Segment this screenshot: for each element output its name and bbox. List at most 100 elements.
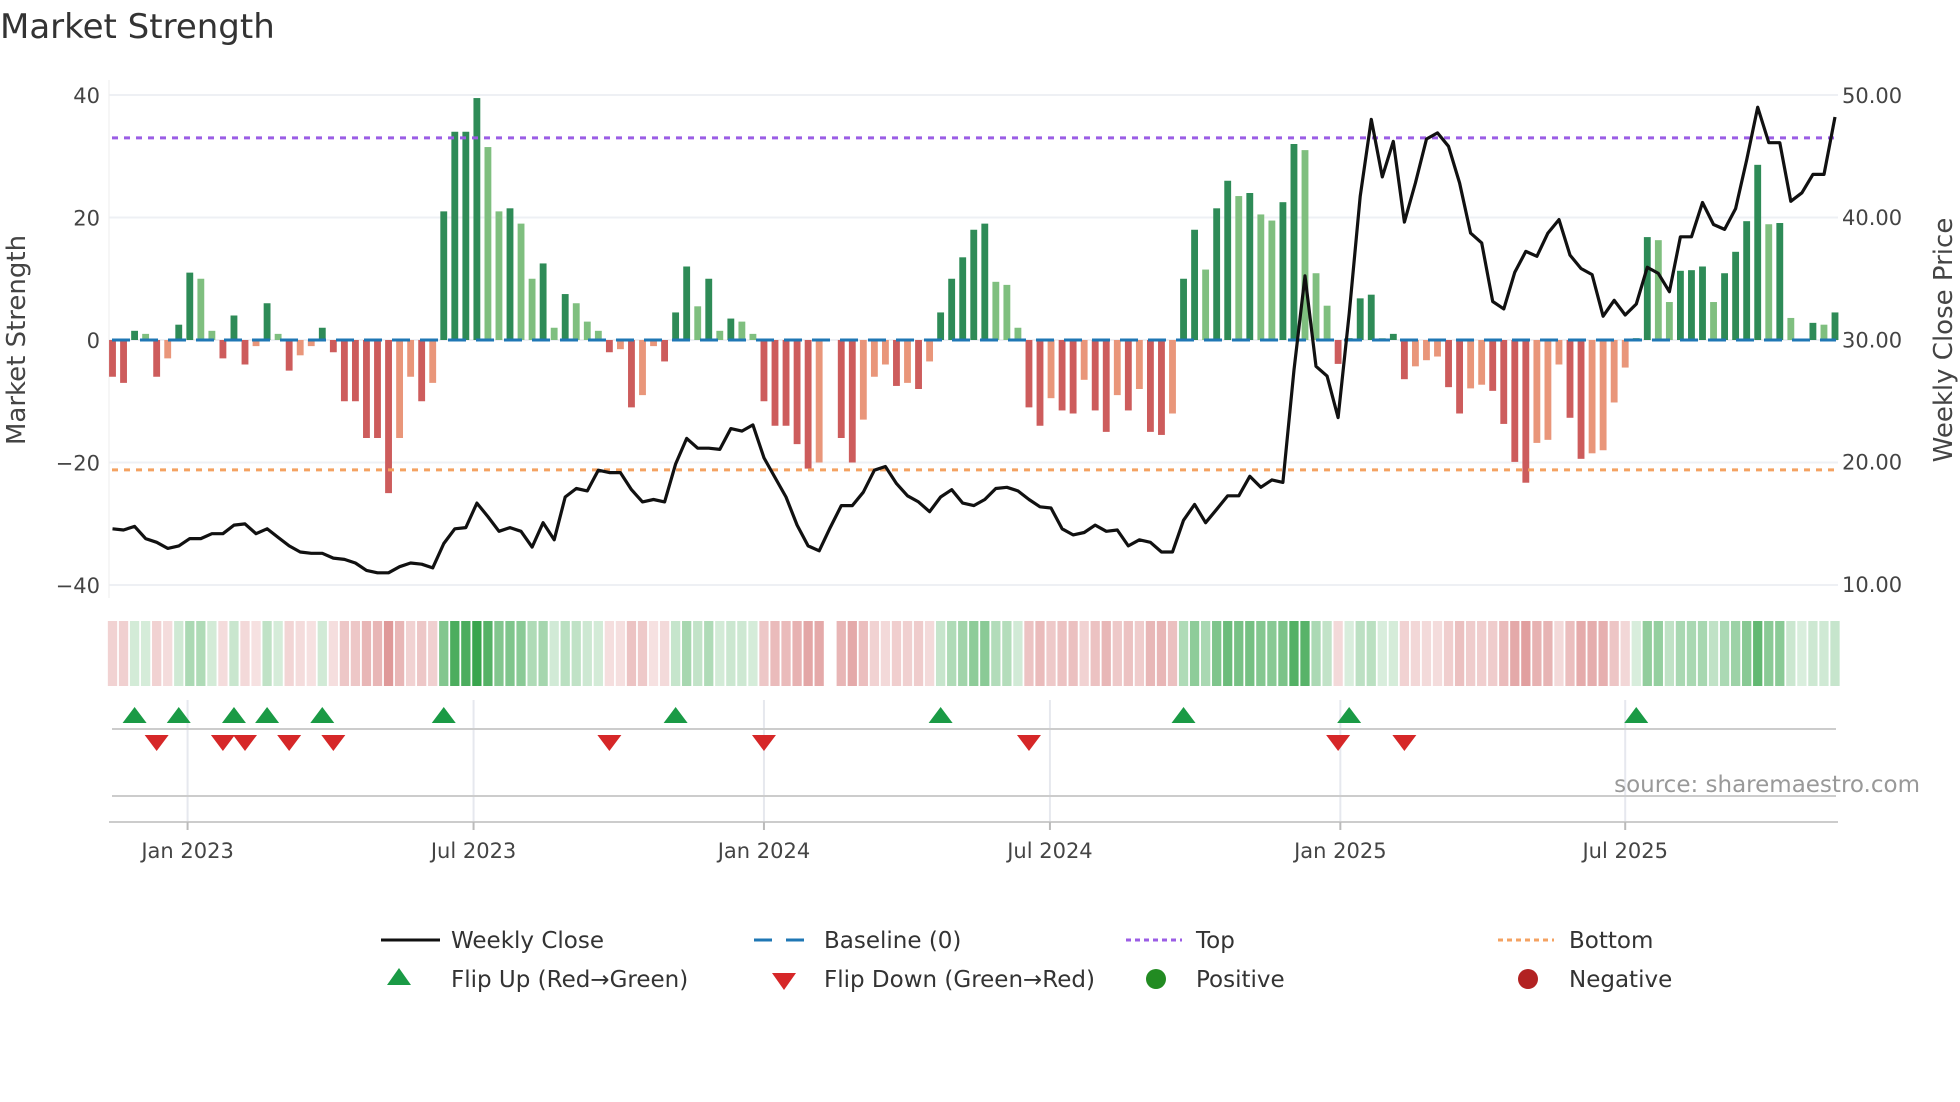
x-tick-label: Jan 2025 bbox=[1292, 839, 1387, 863]
y-tick-label: −20 bbox=[56, 452, 100, 476]
strength-bar bbox=[1743, 221, 1751, 340]
strip-cell bbox=[428, 621, 438, 686]
y2-tick-label: 50.00 bbox=[1842, 84, 1902, 108]
strength-bar bbox=[837, 340, 845, 438]
strip-cell bbox=[1620, 621, 1630, 686]
strip-cell bbox=[516, 621, 526, 686]
strip-cell bbox=[969, 621, 979, 686]
x-tick-label: Jul 2025 bbox=[1580, 839, 1667, 863]
legend-item-flip-down[interactable]: Flip Down (Green→Red) bbox=[772, 967, 1095, 993]
strength-bar bbox=[1356, 298, 1364, 340]
strength-bar bbox=[959, 257, 967, 340]
strength-bar bbox=[639, 340, 646, 396]
legend-label: Positive bbox=[1196, 967, 1285, 993]
strength-bar bbox=[1754, 164, 1762, 340]
strip-cell bbox=[185, 621, 195, 686]
strength-bar bbox=[1423, 340, 1430, 361]
strength-bar bbox=[1566, 340, 1574, 418]
strength-bar bbox=[219, 340, 227, 359]
strip-cell bbox=[1576, 621, 1586, 686]
strength-bar bbox=[815, 340, 823, 463]
strip-cell bbox=[1189, 621, 1200, 686]
strip-cell bbox=[1035, 621, 1045, 686]
strip-cell bbox=[417, 621, 427, 686]
strip-cell bbox=[1432, 621, 1443, 686]
strength-bar bbox=[1301, 150, 1309, 340]
strength-bar bbox=[1334, 340, 1342, 364]
strength-bar bbox=[1202, 269, 1210, 340]
strength-bar bbox=[285, 340, 293, 371]
strip-cell bbox=[1443, 621, 1454, 686]
strength-heat-strip bbox=[107, 621, 1840, 686]
strength-bar bbox=[296, 340, 304, 356]
strength-bar bbox=[804, 340, 812, 469]
strip-cell bbox=[1134, 621, 1145, 686]
strip-cell bbox=[1333, 621, 1343, 686]
strip-cell bbox=[306, 621, 316, 686]
strip-cell bbox=[1786, 621, 1796, 686]
y2-axis-ticks: 50.00 40.00 30.00 20.00 10.00 bbox=[1842, 84, 1902, 597]
strip-cell bbox=[107, 621, 118, 686]
strip-cell bbox=[770, 621, 780, 686]
legend: Weekly Close Baseline (0) Top Bottom Fli… bbox=[381, 928, 1672, 993]
strength-bar bbox=[1500, 340, 1508, 424]
strip-cell bbox=[759, 621, 769, 686]
strength-bar bbox=[1014, 327, 1022, 340]
strength-bar bbox=[131, 330, 139, 340]
flip-up-marker bbox=[1171, 707, 1196, 723]
strip-cell bbox=[1245, 621, 1255, 686]
legend-item-positive[interactable]: Positive bbox=[1146, 967, 1285, 993]
flip-down-marker bbox=[597, 735, 622, 751]
strip-cell bbox=[1653, 621, 1663, 686]
legend-item-baseline[interactable]: Baseline (0) bbox=[754, 928, 961, 954]
strength-bar bbox=[1665, 302, 1673, 340]
strip-cell bbox=[1057, 621, 1067, 686]
strength-bar bbox=[440, 211, 448, 340]
strip-cell bbox=[273, 621, 283, 686]
strip-cell bbox=[626, 621, 637, 686]
strength-bar bbox=[1478, 340, 1486, 385]
strip-cell bbox=[803, 621, 813, 686]
strength-bar bbox=[1180, 278, 1187, 340]
strip-cell bbox=[637, 621, 648, 686]
strip-cell bbox=[991, 621, 1001, 686]
strength-bar bbox=[351, 340, 359, 402]
strip-cell bbox=[1079, 621, 1089, 686]
strength-bar bbox=[1411, 340, 1419, 367]
strip-cell bbox=[1753, 621, 1763, 686]
legend-label: Top bbox=[1195, 928, 1235, 954]
legend-item-bottom[interactable]: Bottom bbox=[1498, 928, 1653, 954]
flip-up-marker bbox=[1624, 707, 1649, 723]
y2-tick-label: 40.00 bbox=[1842, 206, 1902, 230]
strip-cell bbox=[163, 621, 173, 686]
strength-bar bbox=[164, 340, 172, 359]
chart-title: Market Strength bbox=[0, 7, 275, 47]
strength-bar bbox=[970, 229, 978, 340]
flip-down-marker bbox=[277, 735, 302, 751]
y2-tick-label: 30.00 bbox=[1842, 328, 1902, 352]
strip-cell bbox=[1101, 621, 1111, 686]
strip-cell bbox=[781, 621, 791, 686]
legend-item-top[interactable]: Top bbox=[1126, 928, 1235, 954]
legend-item-weekly-close[interactable]: Weekly Close bbox=[381, 928, 604, 954]
strip-cell bbox=[1697, 621, 1708, 686]
strip-cell bbox=[207, 621, 217, 686]
legend-label: Baseline (0) bbox=[824, 928, 961, 954]
strip-cell bbox=[140, 621, 151, 686]
strength-bar bbox=[1688, 270, 1695, 340]
strip-cell bbox=[891, 621, 902, 686]
strength-bar bbox=[1279, 202, 1287, 340]
strength-bar bbox=[760, 340, 768, 402]
strength-bar bbox=[506, 208, 514, 340]
strength-bar bbox=[1290, 144, 1298, 340]
triangle-up-icon bbox=[387, 968, 411, 985]
strength-bar bbox=[495, 211, 503, 340]
legend-item-flip-up[interactable]: Flip Up (Red→Green) bbox=[387, 967, 688, 993]
strength-bar bbox=[1257, 214, 1265, 340]
flip-down-marker bbox=[1016, 735, 1041, 751]
legend-item-negative[interactable]: Negative bbox=[1518, 967, 1672, 993]
strip-cell bbox=[1399, 621, 1410, 686]
legend-label: Flip Down (Green→Red) bbox=[824, 967, 1095, 993]
strip-cell bbox=[229, 621, 239, 686]
strength-bar bbox=[1654, 240, 1662, 340]
